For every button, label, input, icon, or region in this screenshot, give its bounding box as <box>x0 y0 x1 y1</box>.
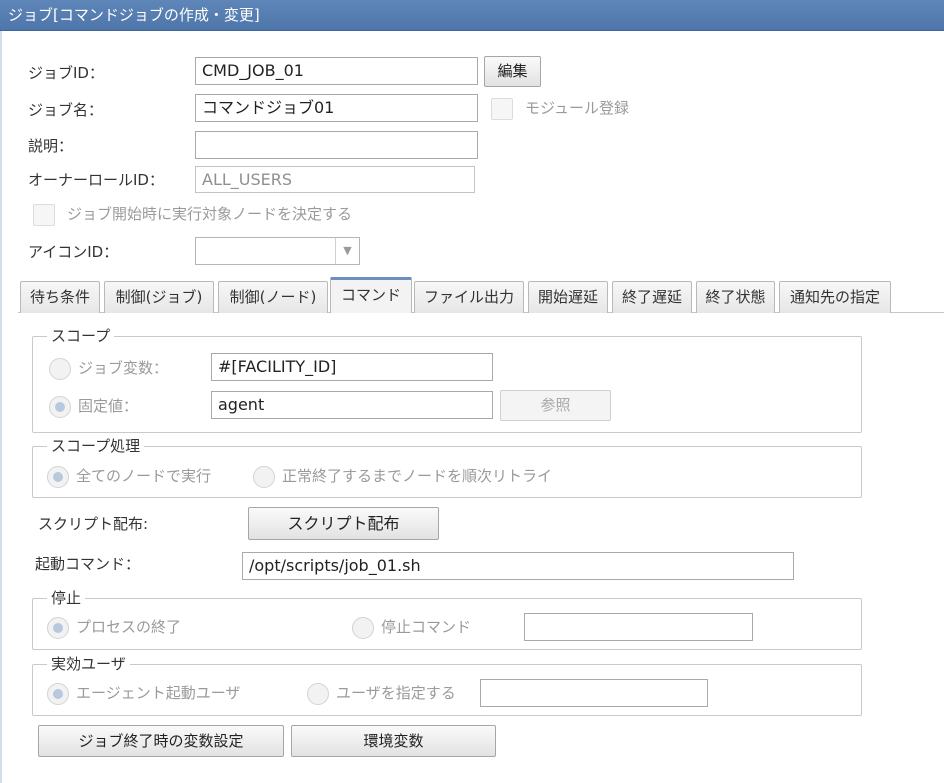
scope-proc-group-title: スコープ処理 <box>47 437 145 455</box>
effective-user-input[interactable] <box>480 679 708 707</box>
process-end-label: プロセスの終了 <box>76 618 182 636</box>
end-variable-setting-button[interactable]: ジョブ終了時の変数設定 <box>38 725 284 757</box>
agent-user-label: エージェント起動ユーザ <box>76 684 241 702</box>
description-input[interactable] <box>195 131 478 159</box>
tab-end-delay[interactable]: 終了遅延 <box>612 281 692 313</box>
fixed-value-radio[interactable] <box>49 396 71 418</box>
tab-file-output[interactable]: ファイル出力 <box>414 281 524 313</box>
tab-control-node[interactable]: 制御(ノード) <box>218 281 328 313</box>
reference-button[interactable]: 参照 <box>500 390 611 421</box>
icon-id-label: アイコンID： <box>28 243 119 261</box>
job-id-input[interactable]: CMD_JOB_01 <box>195 57 478 85</box>
stop-command-label: 停止コマンド <box>381 618 472 636</box>
module-register-checkbox[interactable] <box>491 98 513 120</box>
environment-variable-button[interactable]: 環境変数 <box>291 725 496 757</box>
chevron-down-icon[interactable]: ▼ <box>335 238 359 264</box>
owner-role-label: オーナーロールID： <box>28 171 164 189</box>
retry-label: 正常終了するまでノードを順次リトライ <box>282 467 553 485</box>
agent-user-radio[interactable] <box>47 683 69 705</box>
job-name-label: ジョブ名： <box>28 101 104 119</box>
stop-command-input[interactable] <box>524 613 753 641</box>
start-command-input[interactable]: /opt/scripts/job_01.sh <box>242 552 794 580</box>
module-register-label: モジュール登録 <box>525 99 629 117</box>
job-var-radio[interactable] <box>49 358 71 380</box>
job-name-input[interactable]: コマンドジョブ01 <box>195 94 478 122</box>
owner-role-input[interactable]: ALL_USERS <box>195 166 475 193</box>
tab-start-delay[interactable]: 開始遅延 <box>528 281 608 313</box>
start-command-label: 起動コマンド： <box>35 555 141 573</box>
decide-node-checkbox[interactable] <box>33 204 55 226</box>
window-title: ジョブ[コマンドジョブの作成・変更] <box>0 0 944 31</box>
job-var-label: ジョブ変数： <box>78 359 169 377</box>
tab-command[interactable]: コマンド <box>330 277 412 313</box>
job-id-label: ジョブID： <box>28 64 104 82</box>
all-nodes-label: 全てのノードで実行 <box>76 467 212 485</box>
retry-radio[interactable] <box>253 466 275 488</box>
specify-user-label: ユーザを指定する <box>336 684 456 702</box>
tab-notify[interactable]: 通知先の指定 <box>779 281 891 313</box>
tab-wait-condition[interactable]: 待ち条件 <box>20 281 100 313</box>
description-label: 説明： <box>28 137 74 155</box>
scope-group-title: スコープ <box>47 327 115 345</box>
fixed-value-label: 固定値： <box>78 397 139 415</box>
all-nodes-radio[interactable] <box>47 466 69 488</box>
tab-control-job[interactable]: 制御(ジョブ) <box>104 281 214 313</box>
stop-command-radio[interactable] <box>352 617 374 639</box>
tab-end-status[interactable]: 終了状態 <box>696 281 775 313</box>
script-dist-label: スクリプト配布: <box>38 515 149 533</box>
edit-button[interactable]: 編集 <box>484 56 541 87</box>
effective-user-group-title: 実効ユーザ <box>47 655 130 673</box>
script-dist-button[interactable]: スクリプト配布 <box>248 507 439 540</box>
icon-id-select[interactable]: ▼ <box>195 237 360 265</box>
window-frame-edge <box>0 31 2 783</box>
process-end-radio[interactable] <box>47 617 69 639</box>
fixed-value-input[interactable]: agent <box>211 391 493 419</box>
stop-group-title: 停止 <box>47 589 86 607</box>
job-var-input[interactable]: #[FACILITY_ID] <box>211 353 493 381</box>
specify-user-radio[interactable] <box>307 683 329 705</box>
decide-node-label: ジョブ開始時に実行対象ノードを決定する <box>67 205 353 223</box>
